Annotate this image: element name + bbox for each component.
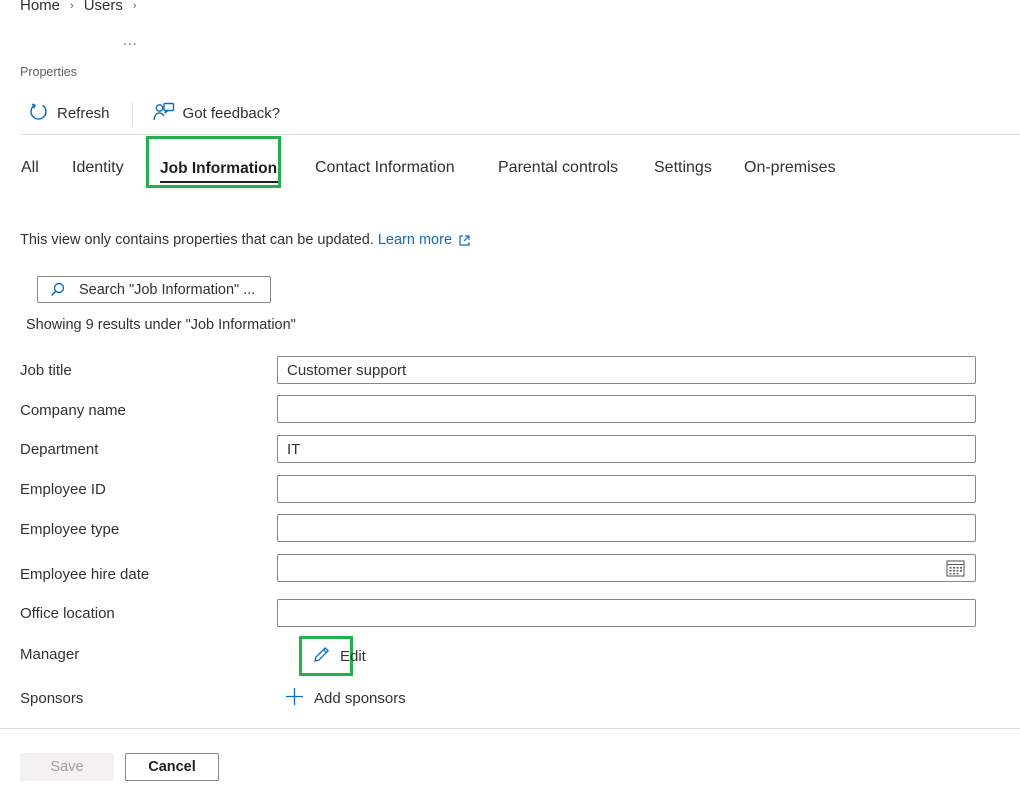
search-icon	[50, 282, 65, 297]
breadcrumb-home[interactable]: Home	[20, 0, 60, 14]
employee-type-label: Employee type	[20, 521, 120, 538]
add-sponsors-label: Add sponsors	[314, 690, 406, 707]
job-title-field	[277, 356, 976, 384]
tab-on-premises[interactable]: On-premises	[744, 159, 836, 177]
learn-more-link[interactable]: Learn more	[378, 232, 452, 248]
breadcrumb: Home › Users ›	[20, 0, 137, 14]
results-count: Showing 9 results under "Job Information…	[26, 317, 296, 333]
company-name-label: Company name	[20, 402, 126, 419]
feedback-button[interactable]: Got feedback?	[152, 102, 281, 126]
more-options-button[interactable]: ...	[123, 32, 138, 48]
employee-id-label: Employee ID	[20, 481, 106, 498]
department-input[interactable]	[278, 436, 975, 462]
tab-job-information[interactable]: Job Information	[160, 160, 277, 178]
command-bar: Refresh Got feedback?	[28, 101, 280, 126]
feedback-icon	[152, 102, 175, 126]
refresh-button[interactable]: Refresh	[28, 101, 110, 126]
tab-parental-controls[interactable]: Parental controls	[498, 159, 618, 177]
hire-date-label: Employee hire date	[20, 566, 150, 583]
search-input[interactable]	[79, 281, 269, 298]
info-message: This view only contains properties that …	[20, 232, 471, 248]
tab-settings[interactable]: Settings	[654, 159, 712, 177]
tab-contact-information[interactable]: Contact Information	[315, 159, 455, 177]
info-text: This view only contains properties that …	[20, 232, 374, 248]
external-link-icon[interactable]	[452, 234, 471, 247]
job-title-label: Job title	[20, 362, 72, 379]
job-title-input[interactable]	[278, 357, 975, 383]
cancel-button[interactable]: Cancel	[125, 753, 219, 781]
employee-id-field	[277, 475, 976, 503]
tab-identity[interactable]: Identity	[72, 159, 124, 177]
employee-type-input[interactable]	[278, 515, 975, 541]
office-location-input[interactable]	[278, 600, 975, 626]
employee-id-input[interactable]	[278, 476, 975, 502]
pencil-icon	[312, 645, 331, 668]
divider	[0, 728, 1020, 729]
hire-date-input[interactable]	[278, 555, 975, 581]
calendar-icon[interactable]	[946, 559, 965, 581]
edit-manager-button[interactable]: Edit	[312, 645, 366, 668]
chevron-right-icon: ›	[70, 0, 74, 12]
department-label: Department	[20, 441, 99, 458]
add-sponsors-button[interactable]: Add sponsors	[285, 687, 406, 710]
department-field	[277, 435, 976, 463]
save-button[interactable]: Save	[20, 753, 114, 781]
tab-all[interactable]: All	[21, 159, 39, 177]
refresh-label: Refresh	[57, 105, 110, 122]
edit-label: Edit	[340, 648, 366, 665]
sponsors-label: Sponsors	[20, 690, 84, 707]
breadcrumb-users[interactable]: Users	[84, 0, 123, 14]
office-location-field	[277, 599, 976, 627]
employee-type-field	[277, 514, 976, 542]
page-subtitle: Properties	[20, 65, 77, 79]
hire-date-field	[277, 554, 976, 582]
office-location-label: Office location	[20, 605, 115, 622]
search-box	[37, 276, 271, 303]
company-name-field	[277, 395, 976, 423]
command-divider	[131, 101, 133, 126]
feedback-label: Got feedback?	[182, 105, 281, 122]
divider	[20, 134, 1020, 135]
refresh-icon	[28, 101, 49, 126]
chevron-right-icon: ›	[132, 0, 137, 12]
manager-label: Manager	[20, 646, 80, 663]
plus-icon	[285, 687, 304, 710]
tab-active-indicator	[160, 181, 278, 183]
company-name-input[interactable]	[278, 396, 975, 422]
